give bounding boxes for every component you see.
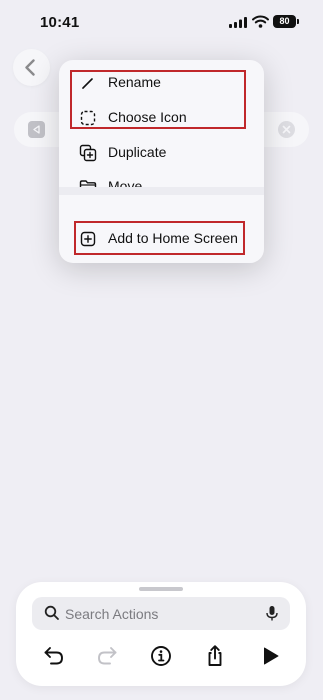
add-square-icon (80, 231, 96, 247)
play-button[interactable] (256, 642, 284, 670)
search-icon (44, 605, 59, 620)
menu-item-rename[interactable]: Rename (59, 66, 264, 100)
search-actions-field[interactable]: Search Actions (32, 597, 290, 630)
pencil-icon (82, 78, 93, 89)
menu-item-label: Duplicate (108, 144, 167, 160)
status-time: 10:41 (40, 14, 80, 31)
info-icon (151, 646, 171, 666)
redo-button[interactable] (93, 642, 121, 670)
menu-item-label: Add to Home Screen (108, 230, 238, 246)
duplicate-icon (79, 144, 97, 162)
share-button[interactable] (201, 642, 229, 670)
wifi-icon (252, 15, 269, 28)
cellular-signal-icon (229, 17, 247, 28)
context-menu: Rename Choose Icon Duplicate Move Add to… (59, 60, 264, 263)
menu-item-duplicate[interactable]: Duplicate (59, 136, 264, 170)
info-button[interactable] (147, 642, 175, 670)
menu-item-choose-icon[interactable]: Choose Icon (59, 101, 264, 135)
play-icon (264, 647, 279, 665)
dashed-square-icon (80, 110, 96, 126)
undo-icon (44, 647, 63, 665)
sheet-grabber[interactable] (139, 587, 183, 591)
microphone-icon[interactable] (266, 605, 278, 622)
redo-icon (98, 647, 117, 665)
search-placeholder: Search Actions (65, 606, 159, 622)
menu-item-add-to-home-screen[interactable]: Add to Home Screen (59, 222, 264, 256)
menu-separator (59, 187, 264, 195)
battery-indicator: 80 (273, 15, 296, 28)
status-bar: 10:41 80 (0, 0, 323, 44)
battery-cap (297, 19, 299, 24)
bottom-sheet: Search Actions (16, 582, 306, 686)
menu-item-label: Choose Icon (108, 109, 187, 125)
share-icon (208, 645, 222, 666)
menu-item-label: Rename (108, 74, 161, 90)
undo-button[interactable] (40, 642, 68, 670)
